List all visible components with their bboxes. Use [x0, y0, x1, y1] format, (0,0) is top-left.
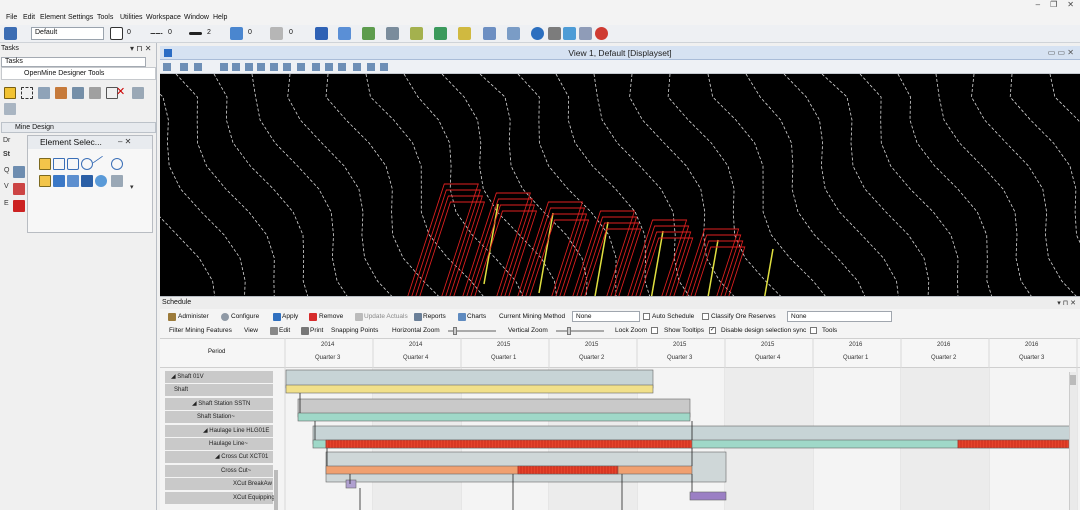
tree-item[interactable]: ◢ Cross Cut XCT01 — [165, 451, 273, 464]
tree-scroll-thumb[interactable] — [274, 470, 278, 510]
tree-item[interactable]: ◢ Haulage Line HLG01E — [165, 424, 273, 437]
tree-item[interactable]: XCut BreakAw — [165, 478, 273, 491]
tree-item[interactable]: Cross Cut~ — [165, 464, 273, 477]
tree-item[interactable]: XCut Equipping — [165, 491, 275, 504]
xcut-equipping-bar — [689, 491, 727, 501]
tree-item[interactable]: ◢ Shaft 01V — [165, 371, 273, 383]
tree-item[interactable]: Haulage Line~ — [165, 438, 273, 450]
shaft-bar — [285, 384, 654, 394]
cross-cut-bar — [325, 465, 693, 475]
gantt-scrollbar[interactable] — [1069, 372, 1077, 510]
shaft-station-bar — [297, 412, 691, 422]
tree-item[interactable]: Shaft Station~ — [165, 411, 273, 424]
gantt-scroll-thumb[interactable] — [1070, 375, 1076, 385]
tree-item[interactable]: ◢ Shaft Station SSTN — [165, 397, 273, 410]
gantt-chart[interactable] — [0, 0, 1080, 510]
xcut-breakaway-bar — [345, 479, 357, 489]
tree-item[interactable]: Shaft — [165, 384, 273, 397]
haulage-active-bar — [957, 439, 1070, 449]
